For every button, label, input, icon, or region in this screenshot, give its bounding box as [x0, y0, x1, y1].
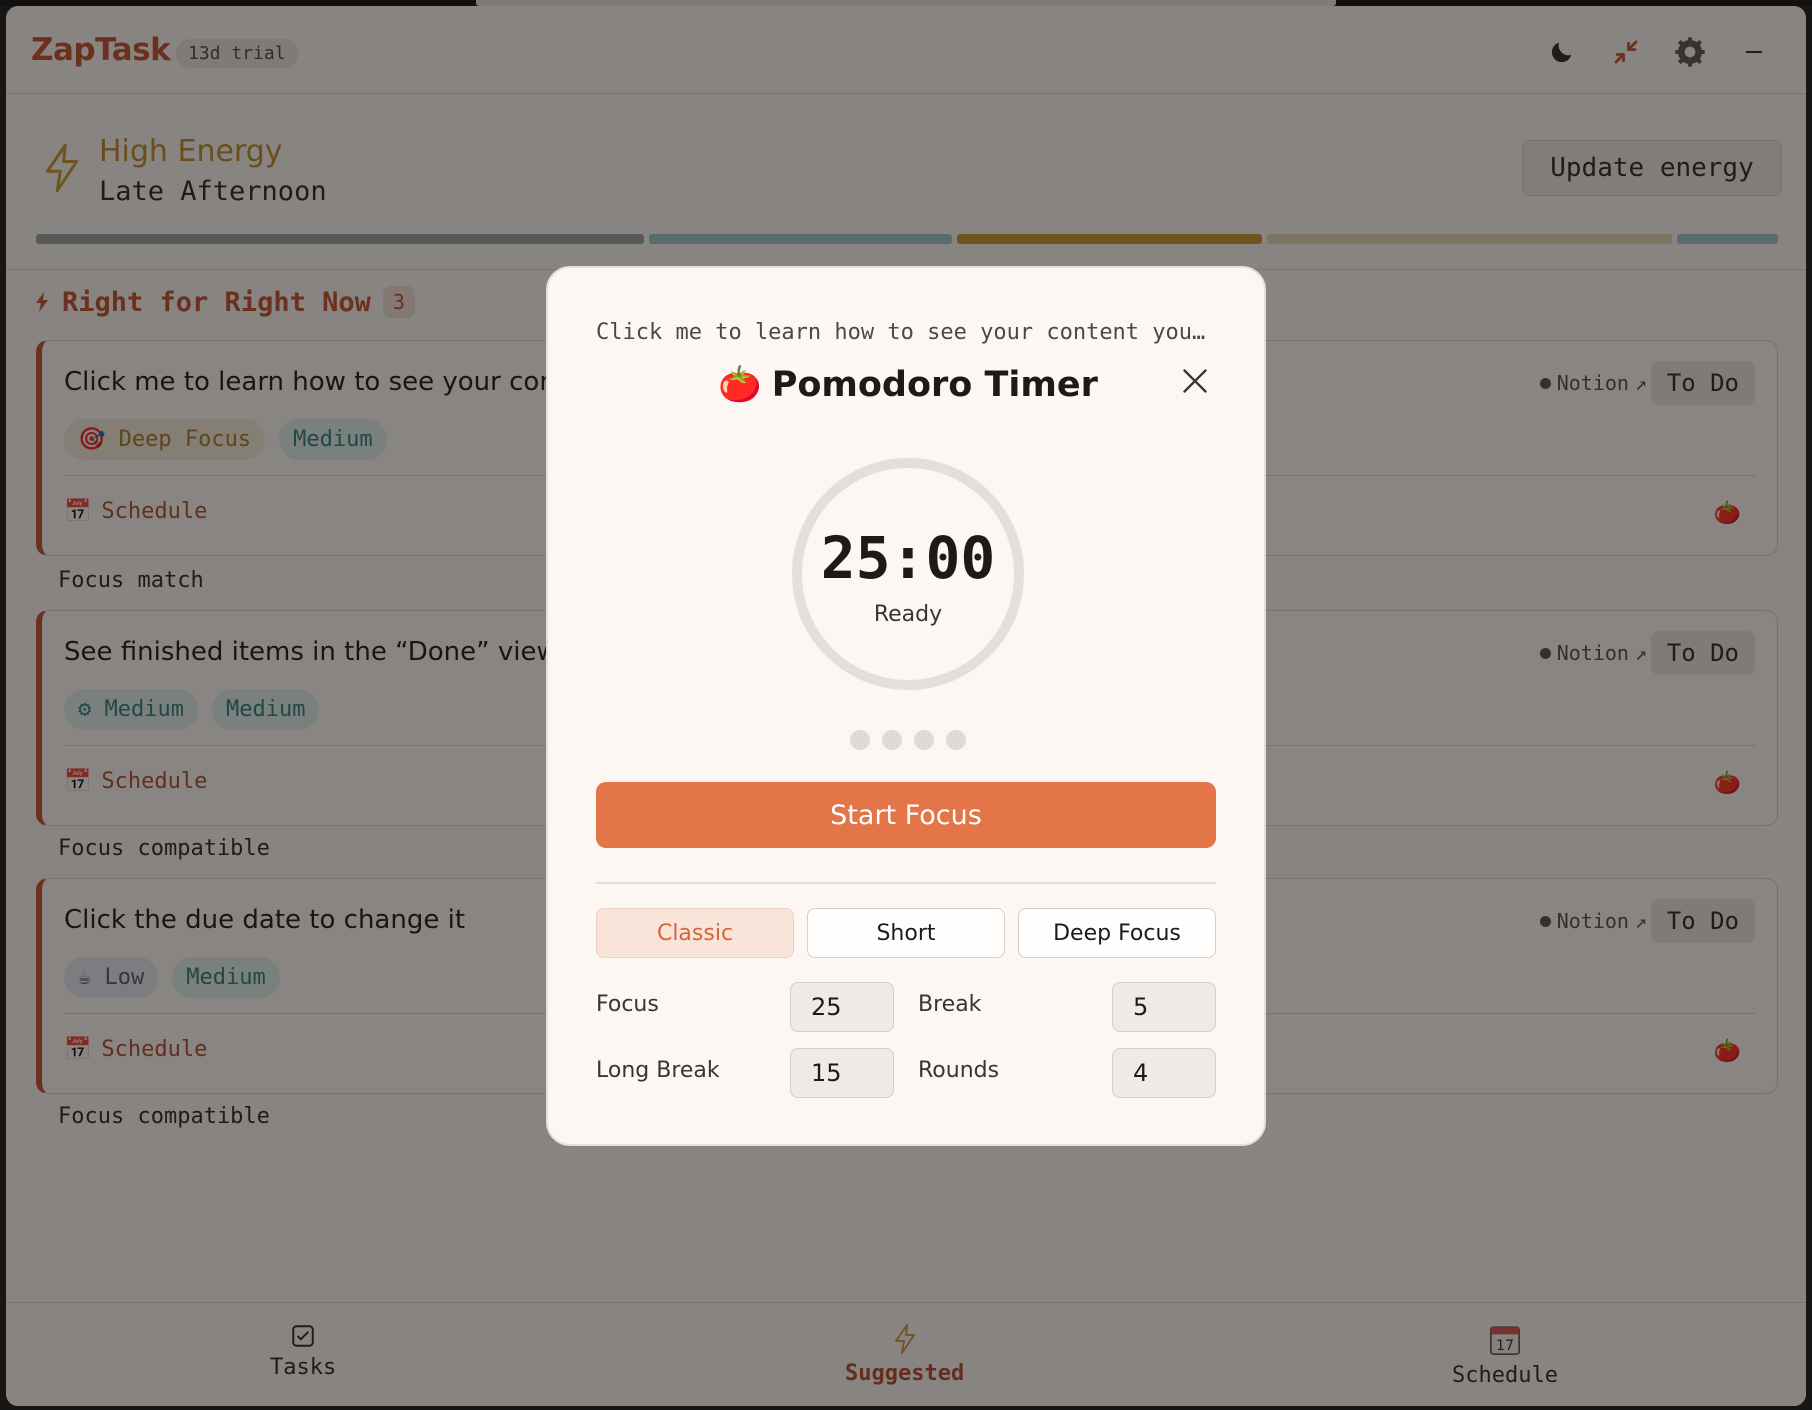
long-break-minutes-input[interactable]: 15 — [790, 1048, 894, 1098]
rounds-label: Rounds — [918, 1058, 1000, 1083]
focus-minutes-input[interactable]: 25 — [790, 982, 894, 1032]
timer-state: Ready — [873, 602, 943, 627]
tomato-icon: 🍅 — [718, 365, 762, 405]
focus-label: Focus — [596, 992, 659, 1017]
preset-deep-focus[interactable]: Deep Focus — [1018, 908, 1216, 958]
round-indicators — [548, 730, 1268, 750]
modal-title: 🍅 Pomodoro Timer — [548, 364, 1268, 406]
modal-title-text: Pomodoro Timer — [771, 364, 1098, 405]
long-break-label: Long Break — [596, 1058, 720, 1083]
preset-classic[interactable]: Classic — [596, 908, 794, 958]
round-dot — [914, 730, 934, 750]
round-dot — [850, 730, 870, 750]
round-dot — [882, 730, 902, 750]
pomodoro-modal: Click me to learn how to see your conten… — [546, 266, 1266, 1146]
rounds-input[interactable]: 4 — [1112, 1048, 1216, 1098]
round-dot — [946, 730, 966, 750]
break-label: Break — [918, 992, 982, 1017]
modal-task-subtitle: Click me to learn how to see your conten… — [596, 320, 1206, 345]
break-minutes-input[interactable]: 5 — [1112, 982, 1216, 1032]
start-focus-button[interactable]: Start Focus — [596, 782, 1216, 848]
modal-divider — [596, 882, 1216, 884]
preset-short[interactable]: Short — [807, 908, 1005, 958]
close-icon — [1183, 369, 1207, 393]
timer-display: 25:00 — [820, 524, 996, 592]
close-button[interactable] — [1178, 364, 1212, 398]
